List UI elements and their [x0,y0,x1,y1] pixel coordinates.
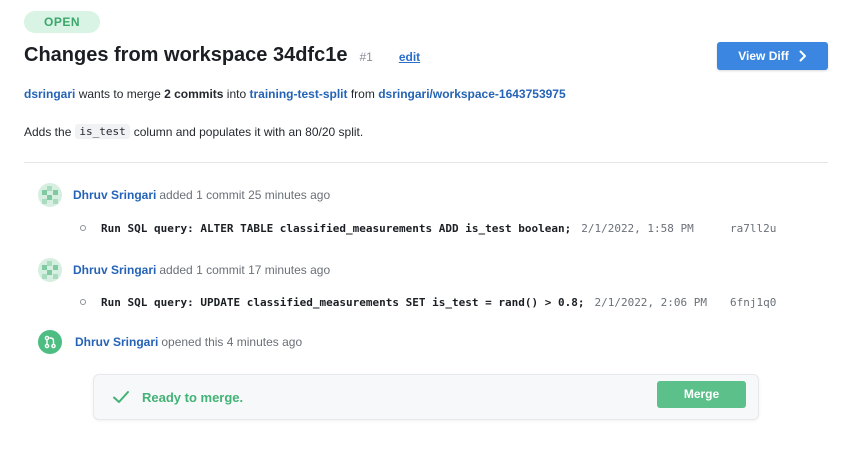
check-icon [113,391,129,403]
commit-sha[interactable]: ra7ll2u [730,222,776,235]
author-link[interactable]: Dhruv Sringari [75,335,158,349]
status-badge: OPEN [24,11,100,33]
edit-link[interactable]: edit [399,50,420,64]
event-text: opened this 4 minutes ago [161,335,303,349]
commit-dot-icon [80,299,86,305]
merge-summary: dsringari wants to merge 2 commits into … [24,87,566,101]
divider [24,162,828,163]
target-branch-link[interactable]: training-test-split [250,87,348,101]
page-title: Changes from workspace 34dfc1e [24,44,348,66]
commit-time: 2/1/2022, 1:58 PM [581,221,694,235]
event-text: added 1 commit 25 minutes ago [159,188,331,202]
chevron-right-icon [799,50,806,62]
commit-row[interactable]: Run SQL query: UPDATE classified_measure… [80,294,780,310]
commit-dot-icon [80,225,86,231]
merge-status-text: Ready to merge. [142,390,244,405]
commit-message: Run SQL query: UPDATE classified_measure… [101,295,585,309]
avatar [38,183,62,207]
commit-count: 2 commits [164,87,224,101]
timeline-event: Dhruv Sringari opened this 4 minutes ago [38,330,302,354]
user-link[interactable]: dsringari [24,87,75,101]
avatar [38,258,62,282]
merge-text-3: from [350,87,375,101]
page-header: Changes from workspace 34dfc1e #1 edit [24,44,420,74]
author-link[interactable]: Dhruv Sringari [73,263,156,277]
author-link[interactable]: Dhruv Sringari [73,188,156,202]
merge-text-1: wants to merge [78,87,161,101]
timeline-event: Dhruv Sringari added 1 commit 25 minutes… [38,183,330,207]
timeline-event: Dhruv Sringari added 1 commit 17 minutes… [38,258,330,282]
merge-button[interactable]: Merge [657,381,746,408]
source-branch-link[interactable]: dsringari/workspace-1643753975 [378,87,565,101]
commit-message: Run SQL query: ALTER TABLE classified_me… [101,221,572,235]
commit-row[interactable]: Run SQL query: ALTER TABLE classified_me… [80,220,780,236]
event-text: added 1 commit 17 minutes ago [159,263,331,277]
view-diff-label: View Diff [738,49,789,63]
pull-request-icon [38,330,62,354]
commit-sha[interactable]: 6fnj1q0 [730,296,776,309]
description-after: column and populates it with an 80/20 sp… [133,124,364,139]
view-diff-button[interactable]: View Diff [717,42,828,70]
description-before: Adds the [24,124,72,139]
pull-request-number: #1 [359,50,373,64]
description-code: is_test [75,124,130,139]
merge-text-2: into [226,87,247,101]
merge-status-box: Ready to merge. Merge [93,374,759,420]
commit-time: 2/1/2022, 2:06 PM [594,295,708,309]
description: Adds the is_test column and populates it… [24,124,363,139]
